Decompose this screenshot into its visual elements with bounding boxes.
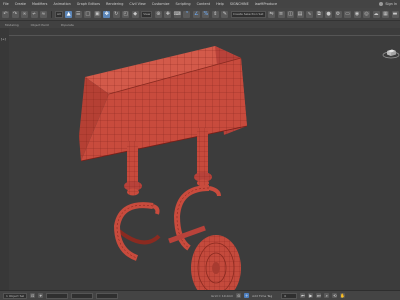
a360-gallery-icon[interactable]: ▦ bbox=[382, 10, 389, 18]
tab-populate[interactable]: Populate bbox=[61, 23, 74, 27]
ribbon-tabs: Modeling Object Paint Populate bbox=[0, 21, 400, 28]
named-selection-set-dropdown[interactable]: Create Selection Set bbox=[230, 10, 266, 18]
menu-file[interactable]: File bbox=[3, 2, 9, 6]
align-icon[interactable]: ≡ bbox=[277, 10, 285, 18]
menu-signchine[interactable]: SIGNCHINE bbox=[230, 2, 249, 6]
auto-key-icon[interactable]: ⊙ bbox=[236, 293, 242, 298]
tab-object-paint[interactable]: Object Paint bbox=[31, 23, 49, 27]
viewport-label[interactable]: [+] bbox=[0, 37, 9, 42]
menu-help[interactable]: Help bbox=[216, 2, 224, 6]
wall-sconce-model[interactable] bbox=[79, 46, 248, 300]
pan-icon[interactable]: ✋ bbox=[340, 293, 346, 298]
menu-rendering[interactable]: Rendering bbox=[106, 2, 123, 6]
material-editor-icon[interactable]: ● bbox=[325, 10, 332, 18]
selection-count: 1 Object Sel bbox=[3, 292, 28, 299]
back-arm bbox=[117, 229, 161, 245]
menu-modifiers[interactable]: Modifiers bbox=[32, 2, 47, 6]
snaps-toggle-icon[interactable]: ³ bbox=[183, 10, 191, 18]
angle-snap-icon[interactable]: ∠ bbox=[192, 10, 200, 18]
toggle-ribbon-icon[interactable]: ▤ bbox=[296, 10, 304, 18]
add-time-tag-label[interactable]: Add Time Tag bbox=[252, 294, 272, 298]
play-icon[interactable]: ▶ bbox=[308, 293, 314, 298]
perspective-viewport[interactable] bbox=[9, 35, 400, 300]
select-by-name-icon[interactable]: ☰ bbox=[74, 10, 82, 18]
go-to-end-icon[interactable]: ⏭ bbox=[316, 293, 322, 298]
sign-in-label: Sign In bbox=[385, 2, 397, 6]
redo-icon[interactable]: ↷ bbox=[11, 10, 19, 18]
orbit-icon[interactable]: ⟲ bbox=[332, 293, 338, 298]
absolute-mode-icon[interactable]: ⌖ bbox=[38, 293, 44, 298]
add-time-tag-icon[interactable]: + bbox=[244, 293, 250, 298]
y-coordinate-field[interactable] bbox=[71, 292, 94, 299]
select-rotate-icon[interactable]: ↻ bbox=[112, 10, 120, 18]
mirror-icon[interactable]: ⇋ bbox=[268, 10, 275, 18]
spinner-snap-icon[interactable]: ⇕ bbox=[211, 10, 219, 18]
select-move-icon[interactable]: ✥ bbox=[103, 10, 111, 18]
connector-rod bbox=[168, 225, 206, 244]
user-icon bbox=[379, 2, 384, 6]
menu-bar: File Create Modifiers Animation Graph Ed… bbox=[0, 0, 400, 8]
selection-filter-dropdown[interactable]: All bbox=[55, 10, 63, 18]
app-window: File Create Modifiers Animation Graph Ed… bbox=[0, 0, 400, 300]
edit-named-selection-icon[interactable]: ✎ bbox=[221, 10, 229, 18]
undo-icon[interactable]: ↶ bbox=[2, 10, 9, 18]
x-coordinate-field[interactable] bbox=[46, 292, 69, 299]
curve-editor-icon[interactable]: ∿ bbox=[306, 10, 313, 18]
render-cloud-icon[interactable]: ☁ bbox=[372, 10, 380, 18]
pivot-center-icon[interactable]: ⊕ bbox=[154, 10, 162, 18]
select-manipulate-icon[interactable]: ✚ bbox=[164, 10, 172, 18]
window-crossing-icon[interactable]: ▣ bbox=[93, 10, 101, 18]
go-to-start-icon[interactable]: ⏮ bbox=[300, 293, 306, 298]
keyboard-shortcut-icon[interactable]: ⌨ bbox=[174, 10, 181, 18]
menu-scripting[interactable]: Scripting bbox=[176, 2, 191, 6]
current-frame-field[interactable]: 0 bbox=[281, 292, 298, 299]
menu-civil-view[interactable]: Civil View bbox=[129, 2, 145, 6]
left-panel-strip bbox=[0, 28, 9, 290]
link-icon[interactable]: ∞ bbox=[21, 10, 28, 18]
menu-graph-editors[interactable]: Graph Editors bbox=[77, 2, 100, 6]
viewport-canvas bbox=[79, 46, 248, 300]
lock-selection-icon[interactable]: ⊡ bbox=[30, 293, 36, 298]
placement-icon[interactable]: ◆ bbox=[131, 10, 139, 18]
render-setup-icon[interactable]: ⚙ bbox=[334, 10, 342, 18]
toolbar-divider bbox=[50, 10, 52, 18]
viewcube-icon[interactable] bbox=[382, 47, 400, 59]
rendered-frame-window-icon[interactable]: ▭ bbox=[344, 10, 351, 18]
render-production-icon[interactable]: ◉ bbox=[353, 10, 361, 18]
rect-selection-icon[interactable]: □ bbox=[84, 10, 92, 18]
status-bar: 1 Object Sel ⊡ ⌖ Grid = 10.0cm ⊙ + Add T… bbox=[0, 290, 400, 300]
menu-animation[interactable]: Animation bbox=[53, 2, 70, 6]
sign-in[interactable]: Sign In bbox=[379, 0, 397, 8]
render-iterative-icon[interactable]: ◎ bbox=[363, 10, 370, 18]
percent-snap-icon[interactable]: % bbox=[202, 10, 210, 18]
select-scale-icon[interactable]: ◰ bbox=[122, 10, 130, 18]
tab-modeling[interactable]: Modeling bbox=[5, 23, 19, 27]
layer-explorer-icon[interactable]: ◫ bbox=[287, 10, 294, 18]
grid-size: Grid = 10.0cm bbox=[211, 293, 234, 298]
menu-create[interactable]: Create bbox=[15, 2, 26, 6]
main-toolbar: ↶ ↷ ∞ ≁ ≈ All ▲ ☰ □ ▣ ✥ ↻ ◰ ◆ View ⊕ ✚ ⌨… bbox=[0, 8, 400, 21]
menu-customize[interactable]: Customize bbox=[152, 2, 170, 6]
select-object-icon[interactable]: ▲ bbox=[65, 10, 73, 18]
menu-lawmproduce[interactable]: lawMProduce bbox=[255, 2, 277, 6]
folder-icon[interactable]: ▬ bbox=[391, 10, 399, 18]
reference-coordinate-dropdown[interactable]: View bbox=[141, 10, 153, 18]
zoom-icon[interactable]: ⌕ bbox=[324, 293, 330, 298]
schematic-view-icon[interactable]: ⧉ bbox=[315, 10, 323, 18]
menu-content[interactable]: Content bbox=[197, 2, 211, 6]
bind-space-warp-icon[interactable]: ≈ bbox=[40, 10, 47, 18]
unlink-icon[interactable]: ≁ bbox=[30, 10, 38, 18]
z-coordinate-field[interactable] bbox=[96, 292, 119, 299]
